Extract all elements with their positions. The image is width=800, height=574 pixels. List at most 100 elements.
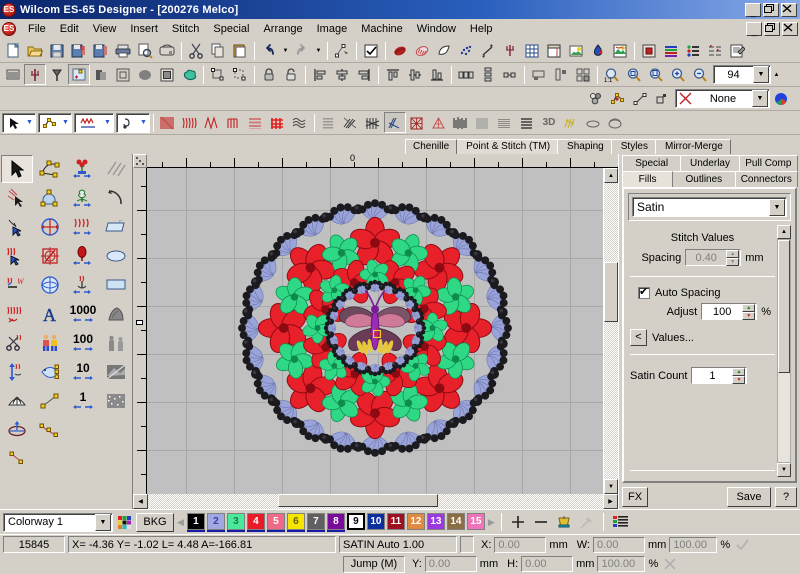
align-middle-icon[interactable] xyxy=(404,64,426,85)
color-swatch-box[interactable]: 7 xyxy=(306,512,325,530)
zoom-out-icon[interactable] xyxy=(689,64,711,85)
undo-dropdown-icon[interactable]: ▼ xyxy=(280,41,291,61)
tab-special[interactable]: Special xyxy=(622,155,682,171)
layers-lines-icon[interactable] xyxy=(516,112,538,133)
fx-button[interactable]: FX xyxy=(622,487,648,507)
mirror-merge-tool[interactable] xyxy=(34,213,66,241)
color-swatch-box[interactable]: 1 xyxy=(186,512,205,530)
new-icon[interactable] xyxy=(2,40,24,61)
outline-object-icon[interactable] xyxy=(112,64,134,85)
zoom-1-1-icon[interactable]: 1:1 xyxy=(601,64,623,85)
color-swatch-8[interactable]: 8 xyxy=(326,512,345,532)
color-swatch-box[interactable]: 9 xyxy=(346,512,365,530)
panel-scroll-thumb[interactable] xyxy=(778,240,790,374)
arch-shape-tool[interactable] xyxy=(34,184,66,212)
show-design-icon[interactable] xyxy=(638,40,660,61)
eyedropper-icon[interactable] xyxy=(576,513,597,531)
distribute-center-icon[interactable] xyxy=(499,64,521,85)
spacing-spin-buttons[interactable]: ▲ ▼ xyxy=(726,250,740,266)
stitch-layers-icon[interactable] xyxy=(494,112,516,133)
reshape-tool-combo[interactable]: ▼ xyxy=(38,112,72,133)
menu-help[interactable]: Help xyxy=(463,21,500,37)
h-value-field[interactable]: 0.00 xyxy=(521,556,574,572)
save-icon[interactable] xyxy=(46,40,68,61)
scroll-left-button[interactable]: ◀ xyxy=(133,494,148,509)
scatter-icon[interactable] xyxy=(455,40,477,61)
stitch-convert-tool[interactable]: W xyxy=(1,271,33,299)
vertical-scrollbar[interactable]: ▲ ▼ xyxy=(603,168,618,494)
color-bucket-icon[interactable] xyxy=(553,513,574,531)
restore-button[interactable] xyxy=(763,2,779,17)
panel-scrollbar[interactable]: ▲ ▼ xyxy=(777,225,791,477)
color-swatch-6[interactable]: 6 xyxy=(286,512,305,532)
tab-shaping[interactable]: Shaping xyxy=(557,139,612,154)
lettering-arc-icon[interactable] xyxy=(582,112,604,133)
menu-special[interactable]: Special xyxy=(206,21,256,37)
jagged-edge-icon[interactable] xyxy=(450,112,472,133)
color-blend-icon[interactable] xyxy=(587,40,609,61)
align-top-icon[interactable] xyxy=(382,64,404,85)
color-swatch-13[interactable]: 13 xyxy=(426,512,445,532)
zoom-hoop-icon[interactable] xyxy=(645,64,667,85)
horizontal-ruler[interactable]: 0 xyxy=(147,154,618,168)
color-swatch-4[interactable]: 4 xyxy=(246,512,265,532)
satin-count-spinner[interactable]: 1 ▲ ▼ xyxy=(691,367,748,384)
color-film-icon[interactable] xyxy=(682,40,704,61)
anchor-node-icon[interactable] xyxy=(651,88,673,109)
align-right-icon[interactable] xyxy=(353,64,375,85)
distribute-v-icon[interactable] xyxy=(477,64,499,85)
chain-segment-tool-2[interactable] xyxy=(1,445,33,473)
color-swatch-3[interactable]: 3 xyxy=(226,512,245,532)
tab-connectors[interactable]: Connectors xyxy=(734,171,798,187)
blanket-stitch-icon[interactable] xyxy=(223,112,245,133)
panel-scroll-track[interactable] xyxy=(777,239,791,463)
color-swatch-2[interactable]: 2 xyxy=(206,512,225,532)
palette-prev-arrow[interactable]: ◀ xyxy=(177,517,184,528)
rectangle-shape-tool[interactable] xyxy=(100,213,132,241)
thread-color-combo[interactable]: None ▼ xyxy=(675,89,770,108)
align-bottom-icon[interactable] xyxy=(426,64,448,85)
frame-icon[interactable] xyxy=(156,64,178,85)
zoom-box-icon[interactable] xyxy=(623,64,645,85)
tatami-fill-icon[interactable] xyxy=(245,112,267,133)
hoop-icon[interactable] xyxy=(543,40,565,61)
zoom-in-icon[interactable] xyxy=(667,64,689,85)
color-swatch-10[interactable]: 10 xyxy=(366,512,385,532)
filled-shape-icon[interactable] xyxy=(134,64,156,85)
v-scroll-track-lower[interactable] xyxy=(604,321,618,479)
3d-icon[interactable]: 3D xyxy=(538,112,560,133)
select-object-tool-combo[interactable]: ▼ xyxy=(2,112,36,133)
values-back-button[interactable]: < xyxy=(630,329,647,346)
print-preview-icon[interactable] xyxy=(134,40,156,61)
vertical-ruler[interactable] xyxy=(133,168,147,494)
ellipse-direction-tool[interactable] xyxy=(1,416,33,444)
noise-fill-tool[interactable] xyxy=(100,387,132,415)
ungroup-icon[interactable] xyxy=(229,64,251,85)
object-properties-icon[interactable] xyxy=(389,40,411,61)
kaleidoscope-tool[interactable] xyxy=(34,242,66,270)
color-swatch-15[interactable]: 15 xyxy=(466,512,485,532)
outline-icon[interactable] xyxy=(433,40,455,61)
tab-point-and-stitch[interactable]: Point & Stitch (TM) xyxy=(456,139,559,154)
adjust-spinner[interactable]: 100 ▲ ▼ xyxy=(701,303,758,320)
cut-icon[interactable] xyxy=(185,40,207,61)
palette-icon[interactable] xyxy=(116,513,133,531)
space-h-icon[interactable] xyxy=(528,64,550,85)
paste-icon[interactable] xyxy=(229,40,251,61)
fill-type-combo[interactable]: Satin ▼ xyxy=(632,197,787,217)
menu-stitch[interactable]: Stitch xyxy=(165,21,207,37)
e-stitch-icon[interactable] xyxy=(201,112,223,133)
colorway-dropdown-icon[interactable]: ▼ xyxy=(95,513,111,531)
color-swatch-box[interactable]: 3 xyxy=(226,512,245,530)
motif-fill-icon[interactable] xyxy=(362,112,384,133)
appliqué-icon[interactable] xyxy=(565,40,587,61)
stitch-direction-tool[interactable] xyxy=(1,358,33,386)
menu-view[interactable]: View xyxy=(86,21,124,37)
redo-icon[interactable] xyxy=(291,40,313,61)
artwork-icon[interactable] xyxy=(609,40,631,61)
spacing-spinner[interactable]: 0.40 ▲ ▼ xyxy=(685,249,742,266)
reshape-node-tool[interactable] xyxy=(34,155,66,183)
zoom-spin-icon[interactable]: ▲ xyxy=(771,65,782,85)
color-swatch-9[interactable]: 9 xyxy=(346,512,365,532)
stitch-edit-dropdown-icon[interactable]: ▼ xyxy=(102,119,113,126)
